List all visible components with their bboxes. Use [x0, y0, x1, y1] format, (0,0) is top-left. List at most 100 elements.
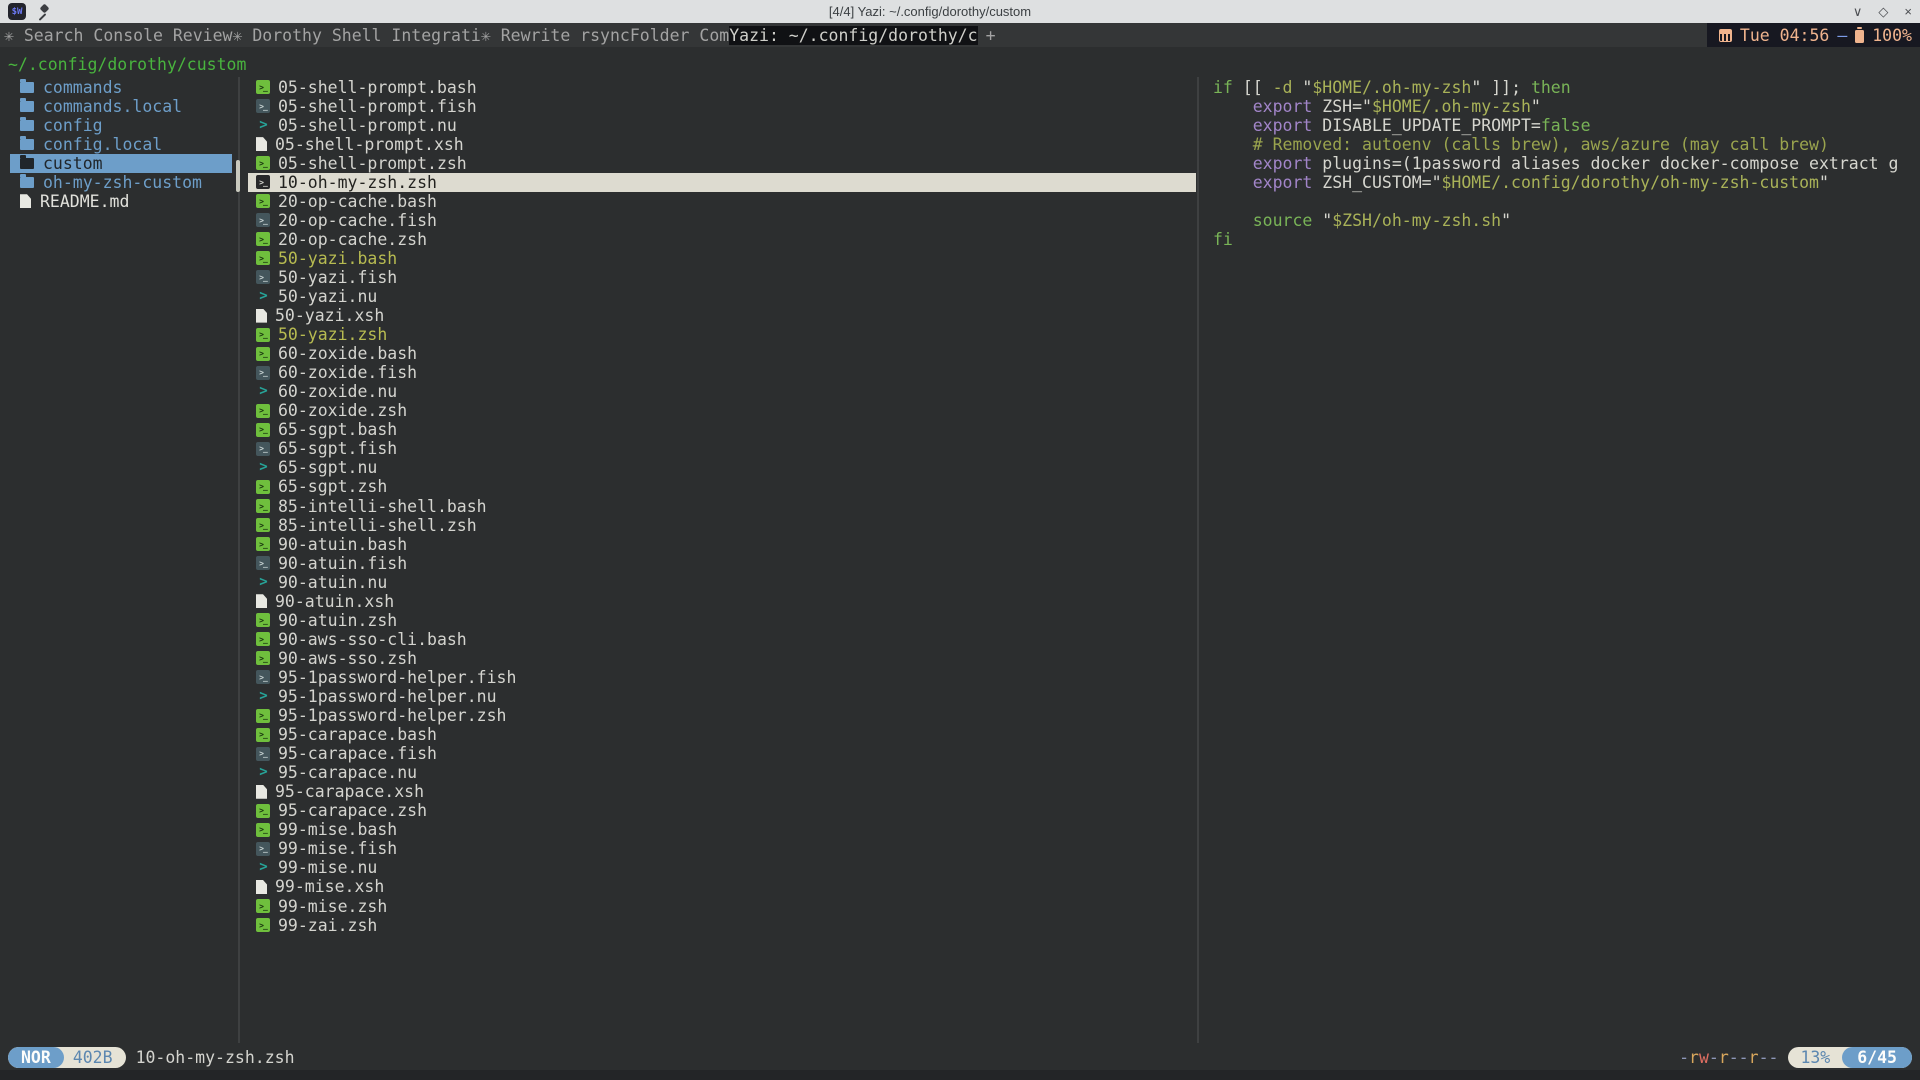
file-row[interactable]: 95-carapace.xsh — [248, 782, 1196, 801]
fish-file-icon: >_ — [256, 366, 270, 380]
file-name: 95-1password-helper.nu — [278, 687, 497, 706]
tab[interactable]: ✳ Rewrite rsyncFolder Com — [481, 26, 729, 45]
file-row[interactable]: >60-zoxide.nu — [248, 382, 1196, 401]
file-row[interactable]: >_ 20-op-cache.zsh — [248, 230, 1196, 249]
new-tab-button[interactable]: + — [978, 26, 1004, 45]
file-row[interactable]: >_ 05-shell-prompt.zsh — [248, 154, 1196, 173]
scrollbar-thumb[interactable] — [236, 160, 240, 192]
file-row[interactable]: >_95-carapace.fish — [248, 744, 1196, 763]
file-row[interactable]: >_ 65-sgpt.zsh — [248, 477, 1196, 496]
file-row[interactable]: >_99-zai.zsh — [248, 916, 1196, 935]
file-name: 60-zoxide.fish — [278, 363, 417, 382]
file-row[interactable]: >_90-aws-sso.zsh — [248, 649, 1196, 668]
code-line: if [[ -d "$HOME/.oh-my-zsh" ]]; then — [1213, 78, 1913, 97]
tab-active[interactable]: Yazi: ~/.config/dorothy/c — [729, 26, 977, 45]
file-row[interactable]: >_85-intelli-shell.bash — [248, 497, 1196, 516]
file-row[interactable]: >_20-op-cache.fish — [248, 211, 1196, 230]
file-row[interactable]: >95-1password-helper.nu — [248, 687, 1196, 706]
file-row[interactable]: 50-yazi.xsh — [248, 306, 1196, 325]
code-line: export plugins=(1password aliases docker… — [1213, 154, 1913, 173]
file-row[interactable]: >_99-mise.bash — [248, 820, 1196, 839]
file-row[interactable]: >_90-atuin.bash — [248, 535, 1196, 554]
sidebar-item-config[interactable]: config — [10, 116, 232, 135]
file-name: 90-atuin.zsh — [278, 611, 397, 630]
sidebar-item-custom[interactable]: custom — [10, 154, 232, 173]
sidebar-item-commands[interactable]: commands — [10, 78, 232, 97]
tab[interactable]: ✳ Search Console Review — [4, 26, 232, 45]
file-row[interactable]: >_50-yazi.bash — [248, 249, 1196, 268]
file-name: 90-aws-sso-cli.bash — [278, 630, 467, 649]
file-row[interactable]: >_99-mise.fish — [248, 839, 1196, 858]
file-name: 65-sgpt.zsh — [278, 477, 387, 496]
file-row[interactable]: >_95-1password-helper.fish — [248, 668, 1196, 687]
file-row[interactable]: >_85-intelli-shell.zsh — [248, 516, 1196, 535]
file-name: 65-sgpt.bash — [278, 420, 397, 439]
file-row[interactable]: >50-yazi.nu — [248, 287, 1196, 306]
zsh-file-icon: >_ — [256, 156, 270, 170]
file-name: 05-shell-prompt.xsh — [275, 135, 464, 154]
file-row[interactable]: >_10-oh-my-zsh.zsh — [248, 173, 1196, 192]
file-name: 90-atuin.bash — [278, 535, 407, 554]
file-row[interactable]: 99-mise.xsh — [248, 877, 1196, 896]
sidebar-item-commands.local[interactable]: commands.local — [10, 97, 232, 116]
file-name: 99-mise.fish — [278, 839, 397, 858]
file-row[interactable]: >95-carapace.nu — [248, 763, 1196, 782]
bash-file-icon: >_ — [256, 728, 270, 742]
file-row[interactable]: >99-mise.nu — [248, 858, 1196, 877]
file-name: 05-shell-prompt.nu — [278, 116, 457, 135]
file-name: 05-shell-prompt.zsh — [278, 154, 467, 173]
file-row[interactable]: >_50-yazi.fish — [248, 268, 1196, 287]
file-row[interactable]: >05-shell-prompt.nu — [248, 116, 1196, 135]
file-row[interactable]: >_95-carapace.bash — [248, 725, 1196, 744]
pane-divider-right — [1197, 77, 1199, 1043]
folder-icon — [20, 139, 34, 150]
status-tray: Tue 04:56 — 100% — [1707, 23, 1920, 47]
bash-file-icon: >_ — [256, 80, 270, 94]
file-name: 20-op-cache.zsh — [278, 230, 427, 249]
code-line: fi — [1213, 230, 1913, 249]
file-name: 99-mise.nu — [278, 858, 377, 877]
folder-icon — [20, 158, 34, 169]
yazi-status-bar: NOR 402B 10-oh-my-zsh.zsh -rw-r--r-- 13%… — [0, 1047, 1920, 1068]
file-name: 90-atuin.fish — [278, 554, 407, 573]
file-name: 90-atuin.nu — [278, 573, 387, 592]
file-name: 85-intelli-shell.bash — [278, 497, 487, 516]
file-size: 402B — [64, 1048, 126, 1067]
file-row[interactable]: >_65-sgpt.bash — [248, 420, 1196, 439]
file-row[interactable]: >_60-zoxide.zsh — [248, 401, 1196, 420]
sidebar-item-README.md[interactable]: README.md — [10, 192, 232, 211]
file-row[interactable]: >_05-shell-prompt.fish — [248, 97, 1196, 116]
zsh-file-icon: >_ — [256, 918, 270, 932]
folder-icon — [20, 101, 34, 112]
status-filename: 10-oh-my-zsh.zsh — [136, 1048, 295, 1067]
file-row[interactable]: >_60-zoxide.bash — [248, 344, 1196, 363]
sidebar-item-oh-my-zsh-custom[interactable]: oh-my-zsh-custom — [10, 173, 232, 192]
tab[interactable]: ✳ Dorothy Shell Integrati — [232, 26, 480, 45]
zsh-file-icon: >_ — [256, 480, 270, 494]
minimize-button[interactable]: ∨ — [1853, 4, 1863, 20]
file-row[interactable]: 05-shell-prompt.xsh — [248, 135, 1196, 154]
sidebar-item-label: commands.local — [43, 97, 182, 116]
file-row[interactable]: >_95-carapace.zsh — [248, 801, 1196, 820]
file-row[interactable]: 90-atuin.xsh — [248, 592, 1196, 611]
file-row[interactable]: >65-sgpt.nu — [248, 458, 1196, 477]
file-row[interactable]: >_90-atuin.fish — [248, 554, 1196, 573]
close-button[interactable]: × — [1904, 4, 1912, 19]
code-line: source "$ZSH/oh-my-zsh.sh" — [1213, 211, 1913, 230]
parent-directory-pane: commandscommands.localconfigconfig.local… — [0, 78, 238, 211]
file-row[interactable]: >90-atuin.nu — [248, 573, 1196, 592]
zsh-file-icon: >_ — [256, 232, 270, 246]
file-row[interactable]: >_50-yazi.zsh — [248, 325, 1196, 344]
file-row[interactable]: >_90-atuin.zsh — [248, 611, 1196, 630]
file-row[interactable]: >_90-aws-sso-cli.bash — [248, 630, 1196, 649]
file-row[interactable]: >_ 60-zoxide.fish — [248, 363, 1196, 382]
file-row[interactable]: >_65-sgpt.fish — [248, 439, 1196, 458]
sidebar-item-config.local[interactable]: config.local — [10, 135, 232, 154]
file-row[interactable]: >_95-1password-helper.zsh — [248, 706, 1196, 725]
file-row[interactable]: >_05-shell-prompt.bash — [248, 78, 1196, 97]
file-name: 99-mise.bash — [278, 820, 397, 839]
file-list-pane: >_05-shell-prompt.bash>_05-shell-prompt.… — [248, 78, 1196, 935]
file-row[interactable]: >_99-mise.zsh — [248, 897, 1196, 916]
file-row[interactable]: >_20-op-cache.bash — [248, 192, 1196, 211]
maximize-button[interactable]: ◇ — [1878, 4, 1888, 20]
